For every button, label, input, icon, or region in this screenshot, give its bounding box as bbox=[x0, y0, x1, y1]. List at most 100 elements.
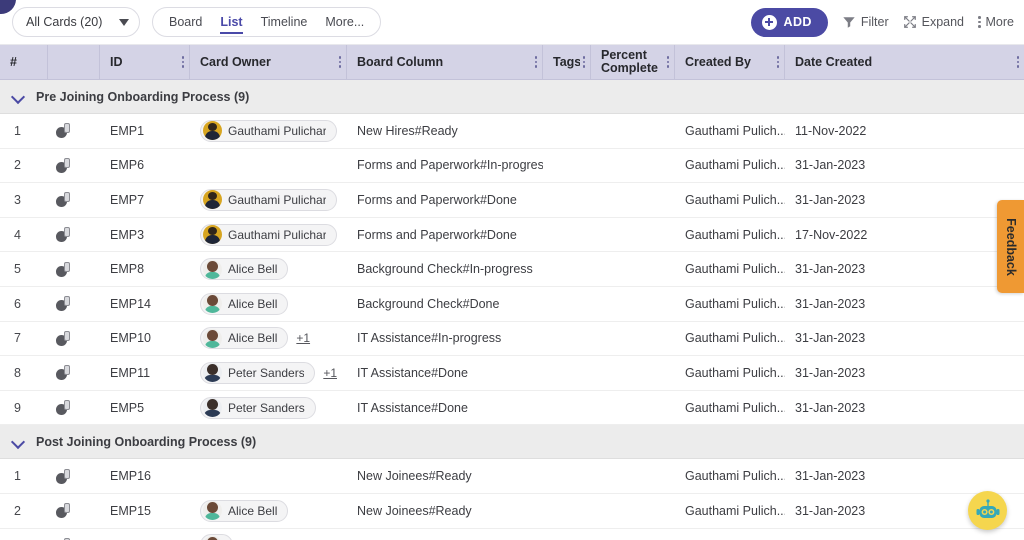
tab-list[interactable]: List bbox=[220, 8, 243, 36]
owner-chip[interactable]: Gauthami Pulicharla bbox=[200, 188, 337, 211]
cell-date-created: 31-Jan-2023 bbox=[795, 192, 866, 207]
cell-id: EMP5 bbox=[110, 400, 145, 415]
cell-date-created: 17-Nov-2022 bbox=[795, 227, 868, 242]
cell-created-by: Gauthami Pulich... bbox=[685, 503, 785, 518]
table-row[interactable]: 3 bbox=[0, 528, 1024, 540]
cell-created-by: Gauthami Pulich... bbox=[685, 158, 785, 173]
all-cards-filter-dropdown[interactable]: All Cards (20) bbox=[12, 7, 140, 37]
add-button[interactable]: ADD bbox=[750, 7, 828, 37]
card-type-cell bbox=[48, 322, 100, 356]
table-row[interactable]: 3 EMP7 Gauthami Pulicharla Forms and Paperw… bbox=[0, 183, 1024, 218]
cell-board-column: New Hires#Ready bbox=[357, 123, 458, 138]
column-header-number[interactable]: # bbox=[0, 45, 48, 79]
cell-board-column bbox=[347, 529, 543, 540]
expand-button[interactable]: Expand bbox=[903, 15, 964, 29]
more-label: More bbox=[985, 15, 1014, 29]
card-item-icon bbox=[56, 365, 71, 381]
view-tabs: Board List Timeline More... bbox=[152, 7, 382, 37]
cell-id: EMP10 bbox=[110, 331, 151, 346]
owner-chip[interactable]: Alice Bell bbox=[200, 327, 289, 350]
column-header-board-column[interactable]: Board Column bbox=[347, 45, 543, 79]
owner-overflow-badge[interactable]: +1 bbox=[323, 366, 337, 380]
owner-chip[interactable]: Gauthami Pulicharla bbox=[200, 223, 337, 246]
column-header-tags[interactable]: Tags bbox=[543, 45, 591, 79]
cell-card-owner bbox=[190, 459, 347, 493]
cell-card-owner: Gauthami Pulicharla bbox=[190, 114, 347, 148]
cell-percent-complete bbox=[591, 252, 675, 286]
cell-tags bbox=[543, 252, 591, 286]
column-menu-icon[interactable] bbox=[582, 55, 585, 69]
column-header-date-created[interactable]: Date Created bbox=[785, 45, 1024, 79]
owner-chip[interactable]: Alice Bell bbox=[200, 499, 289, 522]
column-header-card-owner[interactable]: Card Owner bbox=[190, 45, 347, 79]
cell-card-owner: Alice Bell bbox=[190, 287, 347, 321]
table-row[interactable]: 9 EMP5 Peter Sanders IT Assistance#Done Gaut… bbox=[0, 390, 1024, 426]
avatar bbox=[203, 398, 222, 418]
owner-overflow-badge[interactable]: +1 bbox=[296, 331, 310, 345]
column-header-icon[interactable] bbox=[48, 45, 100, 79]
cell-date-created: 31-Jan-2023 bbox=[795, 469, 866, 484]
owner-chip[interactable]: Alice Bell bbox=[200, 258, 289, 281]
table-row[interactable]: 6 EMP14 Alice Bell Background Check#Done Gau… bbox=[0, 286, 1024, 322]
cell-card-owner: Peter Sanders bbox=[190, 391, 347, 425]
column-header-percent-complete[interactable]: Percent Complete bbox=[591, 45, 675, 79]
owner-chip[interactable]: Peter Sanders bbox=[200, 361, 316, 384]
cell-date-created: 11-Nov-2022 bbox=[795, 123, 867, 138]
row-number: 4 bbox=[14, 227, 21, 242]
card-item-icon bbox=[56, 468, 71, 484]
card-type-cell bbox=[48, 494, 100, 528]
owner-chip[interactable]: Alice Bell bbox=[200, 292, 289, 315]
cell-id: EMP16 bbox=[110, 469, 151, 484]
table-header-row: # ID Card Owner Board Column Tags Percen… bbox=[0, 45, 1024, 80]
card-type-cell bbox=[48, 391, 100, 425]
tab-board[interactable]: Board bbox=[169, 8, 202, 36]
card-item-icon bbox=[56, 123, 71, 139]
group-header-row[interactable]: Pre Joining Onboarding Process (9) bbox=[0, 80, 1024, 114]
cell-board-column: IT Assistance#Done bbox=[357, 365, 468, 380]
column-header-created-by[interactable]: Created By bbox=[675, 45, 785, 79]
table-row[interactable]: 7 EMP10 Alice Bell +1 IT Assistance#In-progr… bbox=[0, 321, 1024, 357]
cell-created-by: Gauthami Pulich... bbox=[685, 227, 785, 242]
table-row[interactable]: 2 EMP6 Forms and Paperwork#In-progress Gaut… bbox=[0, 148, 1024, 184]
chevron-down-icon[interactable] bbox=[10, 89, 26, 105]
column-header-id[interactable]: ID bbox=[100, 45, 190, 79]
owner-chip[interactable] bbox=[200, 534, 233, 540]
row-number: 8 bbox=[14, 365, 21, 380]
column-menu-icon[interactable] bbox=[1016, 55, 1019, 69]
column-menu-icon[interactable] bbox=[776, 55, 779, 69]
cell-tags bbox=[543, 529, 591, 540]
filter-button[interactable]: Filter bbox=[842, 15, 889, 29]
owner-chip[interactable]: Peter Sanders bbox=[200, 396, 316, 419]
chat-bot-button[interactable] bbox=[968, 491, 1007, 530]
table-row[interactable]: 1 EMP1 Gauthami Pulicharla New Hires#Ready G… bbox=[0, 114, 1024, 149]
row-number: 5 bbox=[14, 262, 21, 277]
chevron-down-icon[interactable] bbox=[10, 434, 26, 450]
table-row[interactable]: 8 EMP11 Peter Sanders +1 IT Assistance#Done G… bbox=[0, 356, 1024, 391]
group-header-row[interactable]: Post Joining Onboarding Process (9) bbox=[0, 425, 1024, 460]
column-menu-icon[interactable] bbox=[666, 55, 669, 69]
cell-board-column: IT Assistance#In-progress bbox=[357, 331, 502, 346]
column-menu-icon[interactable] bbox=[338, 55, 341, 69]
cell-board-column: IT Assistance#Done bbox=[357, 400, 468, 415]
more-button[interactable]: More bbox=[978, 15, 1014, 29]
column-menu-icon[interactable] bbox=[534, 55, 537, 69]
feedback-tab[interactable]: Feedback bbox=[997, 200, 1024, 293]
row-number: 6 bbox=[14, 296, 21, 311]
cell-board-column: Forms and Paperwork#In-progress bbox=[357, 158, 543, 173]
table-row[interactable]: 1 EMP16 New Joinees#Ready Gauthami Pulich..… bbox=[0, 459, 1024, 494]
table-row[interactable]: 5 EMP8 Alice Bell Background Check#In-progr… bbox=[0, 252, 1024, 287]
cell-card-owner: Gauthami Pulicharla bbox=[190, 218, 347, 252]
card-item-icon bbox=[56, 503, 71, 519]
cell-tags bbox=[543, 149, 591, 183]
cell-created-by: Gauthami Pulich... bbox=[685, 400, 785, 415]
card-item-icon bbox=[56, 296, 71, 312]
cell-date-created: 31-Jan-2023 bbox=[795, 158, 866, 173]
column-menu-icon[interactable] bbox=[181, 55, 184, 69]
cell-board-column: New Joinees#Ready bbox=[357, 469, 472, 484]
tab-more[interactable]: More... bbox=[325, 8, 364, 36]
owner-chip[interactable]: Gauthami Pulicharla bbox=[200, 119, 337, 142]
avatar bbox=[203, 190, 222, 210]
table-row[interactable]: 2 EMP15 Alice Bell New Joinees#Ready Gautham… bbox=[0, 493, 1024, 529]
tab-timeline[interactable]: Timeline bbox=[261, 8, 308, 36]
table-row[interactable]: 4 EMP3 Gauthami Pulicharla Forms and Paperw… bbox=[0, 217, 1024, 253]
